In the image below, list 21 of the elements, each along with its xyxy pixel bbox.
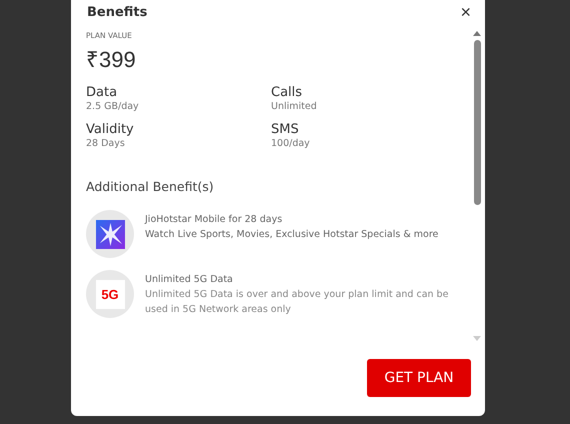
benefit-description: Unlimited 5G Data is over and above your plan limit and can be used in 5G Network areas only [145, 288, 450, 317]
feature-value: 28 Days [86, 138, 126, 149]
feature-value: 100/day [271, 138, 311, 149]
feature-name: Data [86, 85, 118, 100]
benefit-title: JioHotstar Mobile for 28 days [145, 213, 284, 227]
scroll-up-icon[interactable] [473, 30, 481, 36]
feature-name: Validity [86, 122, 135, 137]
network-logo: 5G [96, 280, 124, 308]
benefit-description: Watch Live Sports, Movies, Exclusive Hotstar Specials & more [145, 228, 438, 242]
dialog-title: Benefits [87, 4, 148, 20]
benefit-title: Unlimited 5G Data [145, 273, 234, 287]
close-button[interactable]: × [460, 3, 471, 21]
feature-value: 2.5 GB/day [86, 101, 140, 112]
scroll-thumb[interactable] [474, 40, 480, 205]
get-plan-button[interactable]: GET PLAN [367, 359, 471, 397]
section-heading: Additional Benefit(s) [86, 179, 215, 194]
feature-name: Calls [271, 85, 304, 100]
feature-name: SMS [271, 122, 300, 137]
plan-price: ₹399 [86, 46, 137, 73]
feature-value: Unlimited [271, 101, 318, 112]
star-logo-icon [96, 220, 124, 248]
